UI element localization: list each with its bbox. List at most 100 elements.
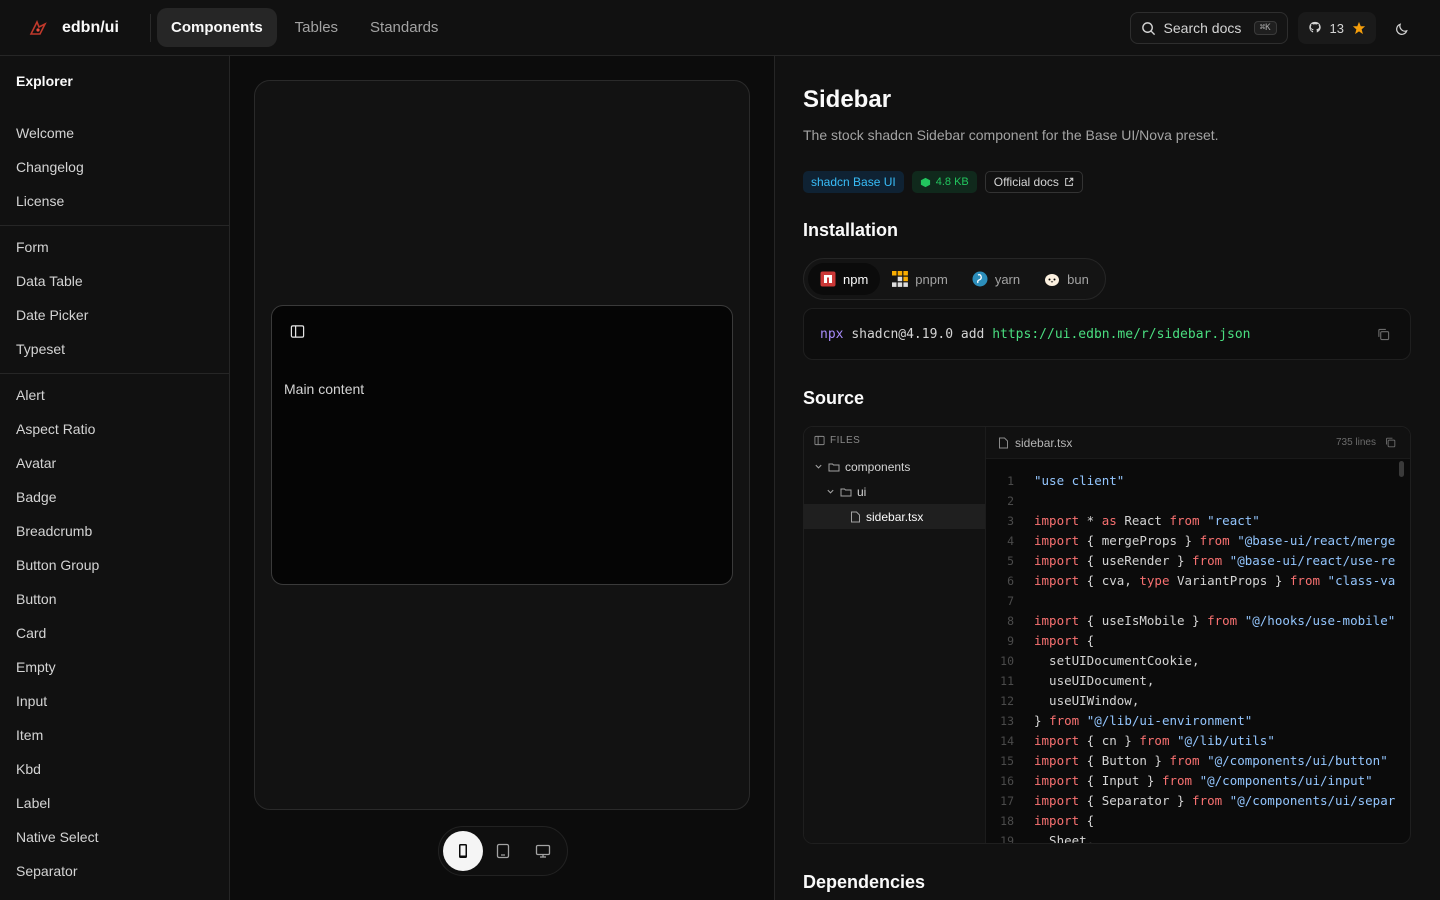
device-tablet-button[interactable]: [483, 831, 523, 871]
sidebar-item-license[interactable]: License: [0, 184, 229, 218]
line-number: 2: [1007, 494, 1014, 508]
sidebar-item-changelog[interactable]: Changelog: [0, 150, 229, 184]
yarn-icon: [972, 271, 988, 287]
device-mobile-button[interactable]: [443, 831, 483, 871]
line-number: 19: [1000, 834, 1014, 843]
open-file-name: sidebar.tsx: [1015, 435, 1073, 450]
code-text: import { useRender } from "@base-ui/reac…: [1034, 553, 1396, 568]
nav-standards[interactable]: Standards: [356, 8, 452, 47]
folder-icon: [828, 463, 840, 471]
code-text: import { cva, type VariantProps } from "…: [1034, 573, 1396, 588]
code-text: setUIDocumentCookie,: [1034, 653, 1200, 668]
sidebar-item-aspect-ratio[interactable]: Aspect Ratio: [0, 412, 229, 446]
theme-toggle-button[interactable]: [1386, 12, 1418, 44]
sidebar-item-alert[interactable]: Alert: [0, 378, 229, 412]
folder-icon: [840, 488, 852, 496]
sidebar-item-typeset[interactable]: Typeset: [0, 332, 229, 366]
copy-icon[interactable]: [1385, 437, 1396, 448]
files-header: FILES: [804, 427, 985, 454]
line-number: 15: [1000, 754, 1014, 768]
tab-yarn-label: yarn: [994, 271, 1021, 287]
tab-yarn[interactable]: yarn: [960, 263, 1032, 295]
tab-bun[interactable]: bun: [1032, 263, 1101, 295]
nav-tables[interactable]: Tables: [281, 8, 352, 47]
line-number: 5: [1007, 554, 1014, 568]
tab-bun-label: bun: [1067, 271, 1089, 287]
preview-panel: Main content: [230, 56, 775, 900]
code-line: 9 import {: [986, 631, 1410, 651]
code-text: import { useIsMobile } from "@/hooks/use…: [1034, 613, 1396, 628]
sidebar-toggle-button[interactable]: [290, 324, 305, 344]
line-number: 9: [1007, 634, 1014, 648]
line-number: 7: [1007, 594, 1014, 608]
sidebar-item-welcome[interactable]: Welcome: [0, 116, 229, 150]
sidebar-item-label[interactable]: Label: [0, 786, 229, 820]
tablet-icon: [496, 843, 510, 859]
code-text: useUIWindow,: [1034, 693, 1140, 708]
sidebar-item-separator[interactable]: Separator: [0, 854, 229, 888]
preview-frame: Main content: [254, 80, 750, 810]
sidebar-item-badge[interactable]: Badge: [0, 480, 229, 514]
logo-icon: [29, 19, 47, 35]
sidebar-item-form[interactable]: Form: [0, 230, 229, 264]
docs-panel: Sidebar The stock shadcn Sidebar compone…: [775, 56, 1440, 900]
github-stars-button[interactable]: 13: [1297, 12, 1376, 44]
sidebar-item-empty[interactable]: Empty: [0, 650, 229, 684]
command-runner: npx: [820, 327, 844, 342]
official-docs-link[interactable]: Official docs: [984, 171, 1083, 193]
sidebar-item-card[interactable]: Card: [0, 616, 229, 650]
sidebar-item-date-picker[interactable]: Date Picker: [0, 298, 229, 332]
sidebar-item-kbd[interactable]: Kbd: [0, 752, 229, 786]
sidebar-item-native-select[interactable]: Native Select: [0, 820, 229, 854]
code-line: 17 import { Separator } from "@/component…: [986, 791, 1410, 811]
tab-pnpm[interactable]: pnpm: [880, 263, 960, 295]
page-title: Sidebar: [803, 86, 892, 113]
line-number: 13: [1000, 714, 1014, 728]
sidebar-item-data-table[interactable]: Data Table: [0, 264, 229, 298]
dependencies-heading: Dependencies: [803, 872, 926, 892]
tree-file-sidebar[interactable]: sidebar.tsx: [804, 504, 985, 529]
code-line: 1 "use client": [986, 471, 1410, 491]
sidebar-item-avatar[interactable]: Avatar: [0, 446, 229, 480]
sidebar-item-breadcrumb[interactable]: Breadcrumb: [0, 514, 229, 548]
sidebar-item-input[interactable]: Input: [0, 684, 229, 718]
brand[interactable]: edbn/ui: [0, 0, 150, 55]
line-count: 735 lines: [1335, 437, 1376, 448]
tree-file-label: sidebar.tsx: [866, 509, 924, 524]
sidebar-group-intro: Welcome Changelog License: [0, 112, 229, 226]
pnpm-icon: [892, 271, 909, 287]
file-icon: [999, 437, 1008, 448]
code-text: import {: [1034, 813, 1095, 828]
source-badge[interactable]: shadcn Base UI: [803, 171, 904, 193]
code-line: 5 import { useRender } from "@base-ui/rea…: [986, 551, 1410, 571]
copy-icon[interactable]: [1377, 328, 1390, 341]
nav-components[interactable]: Components: [157, 8, 277, 47]
github-star-count: 13: [1329, 20, 1344, 36]
external-link-icon: [1065, 177, 1074, 186]
install-command[interactable]: npx shadcn@4.19.0 add https://ui.edbn.me…: [803, 308, 1411, 360]
moon-icon: [1395, 22, 1408, 35]
panel-left-icon: [290, 325, 305, 338]
chevron-down-icon: [815, 464, 822, 469]
search-button[interactable]: Search docs ⌘K: [1129, 12, 1288, 44]
code-text: "use client": [1034, 473, 1125, 488]
tab-npm[interactable]: npm: [808, 263, 881, 295]
sidebar-item-button-group[interactable]: Button Group: [0, 548, 229, 582]
code-text: import * as React from "react": [1034, 513, 1260, 528]
tree-folder-components[interactable]: components: [804, 454, 985, 479]
sidebar-item-button[interactable]: Button: [0, 582, 229, 616]
divider: [150, 13, 151, 42]
code-text: Sheet,: [1034, 833, 1095, 843]
code-line: 11 useUIDocument,: [986, 671, 1410, 691]
badges-row: shadcn Base UI 4.8 KB Official docs: [803, 171, 1083, 193]
size-badge-label: 4.8 KB: [935, 176, 969, 188]
line-number: 17: [1000, 794, 1014, 808]
tree-subfolder-label: ui: [857, 484, 867, 499]
sidebar-item-item[interactable]: Item: [0, 718, 229, 752]
line-number: 18: [1000, 814, 1014, 828]
device-desktop-button[interactable]: [523, 831, 563, 871]
tree-folder-ui[interactable]: ui: [804, 479, 985, 504]
code-line: 6 import { cva, type VariantProps } from …: [986, 571, 1410, 591]
line-number: 3: [1007, 514, 1014, 528]
